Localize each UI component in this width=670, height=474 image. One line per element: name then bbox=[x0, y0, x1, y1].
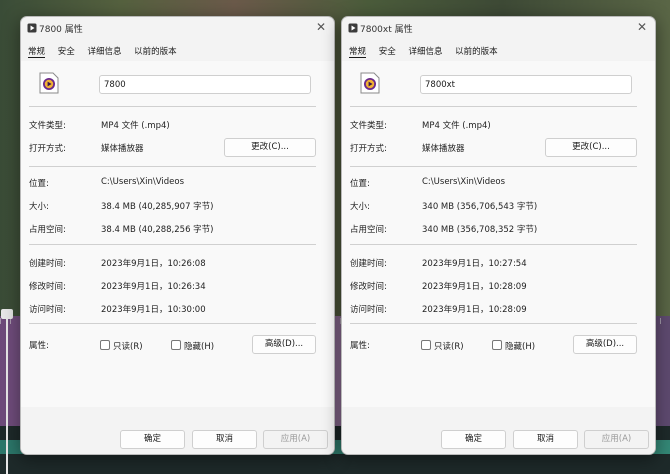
change-button[interactable]: 更改(C)... bbox=[224, 138, 316, 157]
separator bbox=[29, 323, 316, 324]
video-file-icon bbox=[27, 23, 37, 33]
window-title: 7800 属性 bbox=[39, 25, 83, 35]
created-value: 2023年9月1日，10:27:54 bbox=[422, 259, 527, 269]
checkbox-box[interactable] bbox=[100, 340, 110, 350]
location-label: 位置: bbox=[29, 179, 49, 189]
readonly-checkbox[interactable]: 只读(R) bbox=[100, 340, 143, 352]
apply-button[interactable]: 应用(A) bbox=[584, 430, 649, 449]
dialog-footer: 确定 取消 应用(A) bbox=[21, 407, 334, 454]
location-value: C:\Users\Xin\Videos bbox=[101, 177, 185, 187]
ok-button[interactable]: 确定 bbox=[120, 430, 185, 449]
file-type-value: MP4 文件 (.mp4) bbox=[101, 121, 170, 131]
accessed-label: 访问时间: bbox=[29, 305, 66, 315]
size-label: 大小: bbox=[350, 202, 370, 212]
accessed-value: 2023年9月1日，10:28:09 bbox=[422, 305, 527, 315]
created-label: 创建时间: bbox=[350, 259, 387, 269]
tab-general[interactable]: 常规 bbox=[28, 45, 46, 58]
tab-previous-versions[interactable]: 以前的版本 bbox=[134, 45, 177, 57]
accessed-label: 访问时间: bbox=[350, 305, 387, 315]
modified-label: 修改时间: bbox=[350, 282, 387, 292]
location-label: 位置: bbox=[350, 179, 370, 189]
close-icon[interactable]: ✕ bbox=[635, 20, 649, 34]
tab-details[interactable]: 详细信息 bbox=[408, 45, 442, 57]
properties-dialog-7800xt: 7800xt 属性 ✕ 常规 安全 详细信息 以前的版本 文件类型: MP4 文… bbox=[341, 16, 656, 455]
open-with-value: 媒体播放器 bbox=[101, 144, 144, 154]
size-on-disk-label: 占用空间: bbox=[29, 225, 66, 235]
file-type-label: 文件类型: bbox=[29, 121, 66, 131]
readonly-checkbox[interactable]: 只读(R) bbox=[421, 340, 464, 352]
open-with-value: 媒体播放器 bbox=[422, 144, 465, 154]
size-label: 大小: bbox=[29, 202, 49, 212]
title-bar[interactable]: 7800xt 属性 ✕ bbox=[342, 17, 655, 39]
properties-dialog-7800: 7800 属性 ✕ 常规 安全 详细信息 以前的版本 文件类型: MP4 文件 … bbox=[20, 16, 335, 455]
file-name-input[interactable] bbox=[420, 75, 632, 94]
file-type-value: MP4 文件 (.mp4) bbox=[422, 121, 491, 131]
open-with-label: 打开方式: bbox=[350, 144, 387, 154]
file-type-label: 文件类型: bbox=[350, 121, 387, 131]
title-bar[interactable]: 7800 属性 ✕ bbox=[21, 17, 334, 39]
change-button[interactable]: 更改(C)... bbox=[545, 138, 637, 157]
accessed-value: 2023年9月1日，10:30:00 bbox=[101, 305, 206, 315]
readonly-label: 只读(R) bbox=[113, 342, 143, 352]
separator bbox=[350, 244, 637, 245]
hidden-checkbox[interactable]: 隐藏(H) bbox=[492, 340, 535, 352]
hidden-label: 隐藏(H) bbox=[184, 342, 215, 352]
tab-bar: 常规 安全 详细信息 以前的版本 bbox=[28, 45, 187, 59]
size-value: 340 MB (356,706,543 字节) bbox=[422, 202, 538, 212]
video-file-icon bbox=[348, 23, 358, 33]
size-on-disk-label: 占用空间: bbox=[350, 225, 387, 235]
separator bbox=[350, 323, 637, 324]
separator bbox=[29, 106, 316, 107]
hidden-checkbox[interactable]: 隐藏(H) bbox=[171, 340, 214, 352]
separator bbox=[350, 166, 637, 167]
media-player-file-icon bbox=[39, 72, 59, 94]
tab-details[interactable]: 详细信息 bbox=[87, 45, 121, 57]
advanced-button[interactable]: 高级(D)... bbox=[252, 335, 316, 354]
apply-button[interactable]: 应用(A) bbox=[263, 430, 328, 449]
attributes-label: 属性: bbox=[350, 341, 370, 351]
tab-bar: 常规 安全 详细信息 以前的版本 bbox=[349, 45, 508, 59]
checkbox-box[interactable] bbox=[492, 340, 502, 350]
size-on-disk-value: 38.4 MB (40,288,256 字节) bbox=[101, 225, 214, 235]
separator bbox=[350, 106, 637, 107]
tab-security[interactable]: 安全 bbox=[58, 45, 75, 57]
modified-value: 2023年9月1日，10:26:34 bbox=[101, 282, 206, 292]
cancel-button[interactable]: 取消 bbox=[513, 430, 578, 449]
file-name-input[interactable] bbox=[99, 75, 311, 94]
location-value: C:\Users\Xin\Videos bbox=[422, 177, 506, 187]
separator bbox=[29, 244, 316, 245]
playhead[interactable] bbox=[6, 312, 8, 474]
window-title: 7800xt 属性 bbox=[360, 25, 413, 35]
dialog-footer: 确定 取消 应用(A) bbox=[342, 407, 655, 454]
ok-button[interactable]: 确定 bbox=[441, 430, 506, 449]
readonly-label: 只读(R) bbox=[434, 342, 464, 352]
open-with-label: 打开方式: bbox=[29, 144, 66, 154]
cancel-button[interactable]: 取消 bbox=[192, 430, 257, 449]
media-player-file-icon bbox=[360, 72, 380, 94]
tab-general[interactable]: 常规 bbox=[349, 45, 367, 58]
tab-security[interactable]: 安全 bbox=[379, 45, 396, 57]
checkbox-box[interactable] bbox=[171, 340, 181, 350]
created-value: 2023年9月1日，10:26:08 bbox=[101, 259, 206, 269]
checkbox-box[interactable] bbox=[421, 340, 431, 350]
separator bbox=[29, 166, 316, 167]
hidden-label: 隐藏(H) bbox=[505, 342, 536, 352]
attributes-label: 属性: bbox=[29, 341, 49, 351]
size-on-disk-value: 340 MB (356,708,352 字节) bbox=[422, 225, 538, 235]
modified-label: 修改时间: bbox=[29, 282, 66, 292]
modified-value: 2023年9月1日，10:28:09 bbox=[422, 282, 527, 292]
tab-previous-versions[interactable]: 以前的版本 bbox=[455, 45, 498, 57]
advanced-button[interactable]: 高级(D)... bbox=[573, 335, 637, 354]
size-value: 38.4 MB (40,285,907 字节) bbox=[101, 202, 214, 212]
created-label: 创建时间: bbox=[29, 259, 66, 269]
close-icon[interactable]: ✕ bbox=[314, 20, 328, 34]
